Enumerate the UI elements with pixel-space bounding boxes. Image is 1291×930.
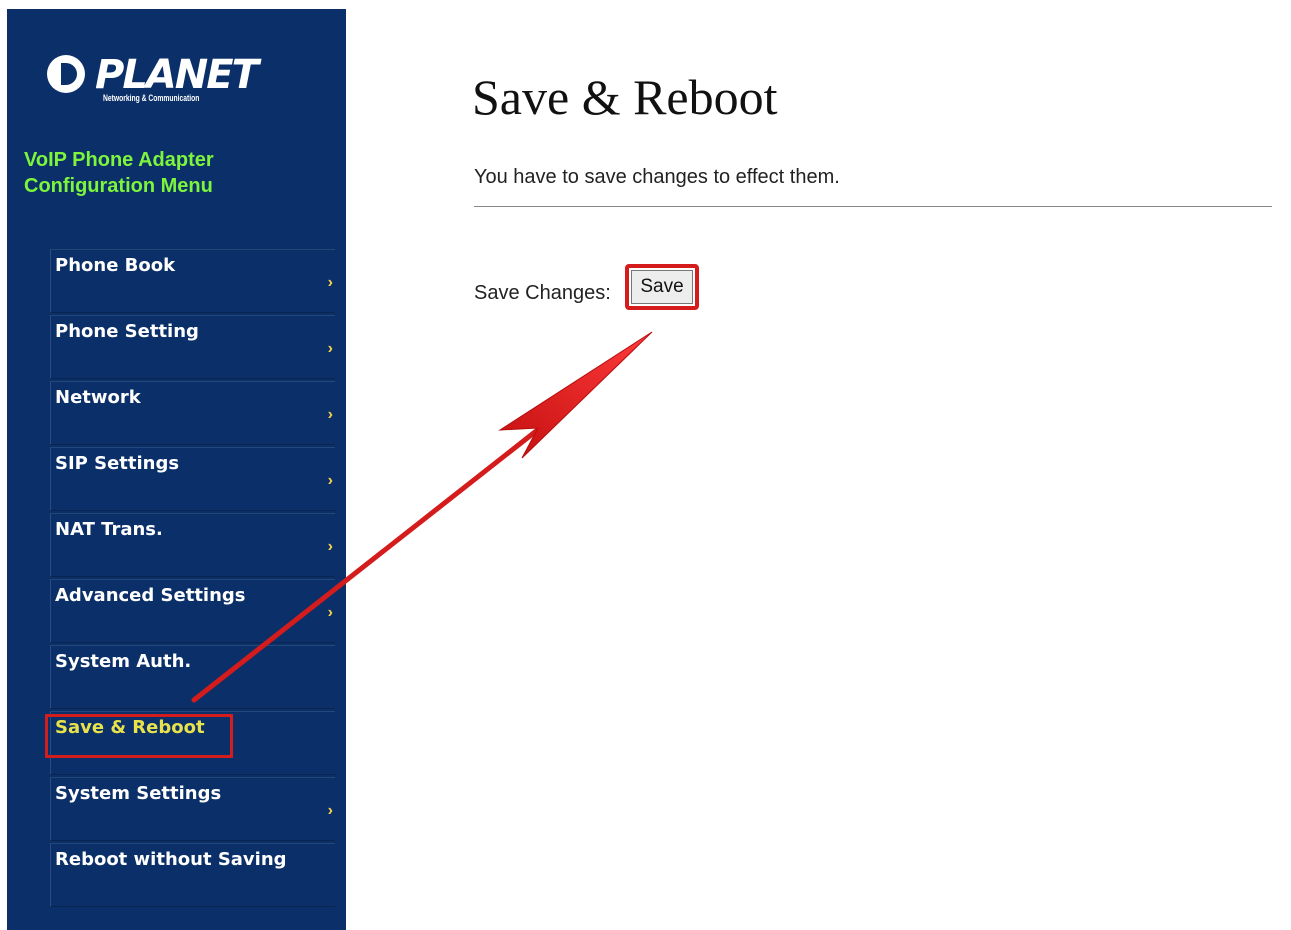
arrow-shaft	[191, 425, 543, 703]
annotation-arrow	[191, 331, 653, 703]
